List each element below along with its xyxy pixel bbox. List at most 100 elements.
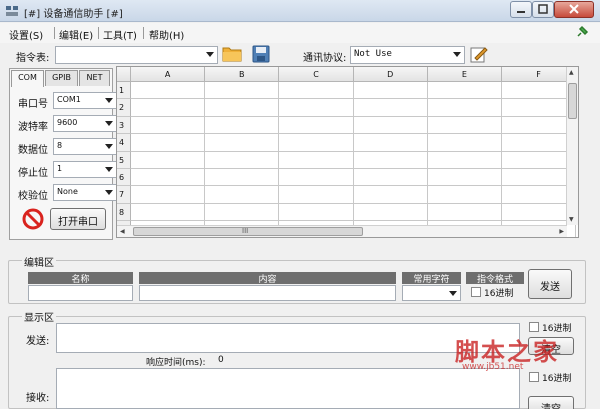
grid-cell[interactable] [205,203,280,222]
clear-receive-button[interactable]: 清空 [528,396,574,409]
send-hex-checkbox[interactable] [529,322,539,332]
stop-bits-select[interactable]: 1 [53,161,117,178]
name-input[interactable] [28,285,133,301]
grid-cell[interactable] [353,151,428,169]
maximize-button[interactable] [532,1,554,18]
common-chars-select[interactable] [402,285,461,301]
menu-settings[interactable]: 设置(S) [9,27,43,42]
baud-rate-select[interactable]: 9600 [53,115,117,132]
grid-cell[interactable] [205,134,280,152]
open-port-button[interactable]: 打开串口 [50,208,106,230]
row-header[interactable]: 2 [117,99,131,117]
chevron-down-icon [105,190,113,195]
minimize-button[interactable] [510,1,532,18]
grid-cell[interactable] [427,186,502,204]
grid-cell[interactable] [353,82,428,100]
grid-cell[interactable] [131,186,206,204]
edit-icon[interactable] [470,45,488,63]
content-input[interactable] [139,285,396,301]
protocol-select[interactable]: Not Use [350,46,465,64]
row-header[interactable]: 4 [117,134,131,152]
row-header[interactable]: 7 [117,186,131,204]
send-textarea[interactable] [56,323,520,353]
parity-select[interactable]: None [53,184,117,201]
grid-cell[interactable] [205,99,280,117]
command-table-select[interactable] [55,46,218,64]
tab-gpib[interactable]: GPIB [45,70,78,86]
grid-cell[interactable] [427,116,502,135]
scroll-right-icon[interactable]: ▶ [559,228,564,235]
grid-cell[interactable] [279,169,354,187]
receive-textarea[interactable] [56,368,520,409]
row-header[interactable]: 8 [117,203,131,222]
receive-hex-checkbox[interactable] [529,372,539,382]
grid-cell[interactable] [427,151,502,169]
menu-help[interactable]: 帮助(H) [149,27,184,42]
grid-cell[interactable] [131,169,206,187]
vertical-scrollbar[interactable]: ▲ ▼ [566,67,578,225]
tab-com[interactable]: COM [11,70,44,87]
grid-cell[interactable] [205,82,280,100]
scroll-up-icon[interactable]: ▲ [569,69,574,76]
vertical-scroll-thumb[interactable] [568,83,577,119]
pin-icon[interactable] [575,25,589,39]
grid-cell[interactable] [131,203,206,222]
horizontal-scroll-thumb[interactable]: III [133,227,363,236]
content-column-header: 内容 [139,272,396,285]
column-header[interactable]: D [353,67,428,82]
grid-cell[interactable] [353,169,428,187]
scroll-left-icon[interactable]: ◀ [120,228,125,235]
grid-cell[interactable] [279,116,354,135]
grid-cell[interactable] [131,134,206,152]
grid-cell[interactable] [427,169,502,187]
grid-cell[interactable] [279,203,354,222]
grid-cell[interactable] [353,116,428,135]
grid-cell[interactable] [353,134,428,152]
close-button[interactable] [554,1,594,18]
grid-cell[interactable] [205,151,280,169]
column-header[interactable]: A [131,67,206,82]
port-select[interactable]: COM1 [53,92,117,109]
menu-edit[interactable]: 编辑(E) [59,27,93,42]
grid-cell[interactable] [279,82,354,100]
data-bits-select[interactable]: 8 [53,138,117,155]
grid-cell[interactable] [279,99,354,117]
grid-cell[interactable] [279,134,354,152]
hex-format-checkbox[interactable] [471,287,481,297]
grid-cell[interactable] [353,99,428,117]
grid-cell[interactable] [131,151,206,169]
horizontal-scrollbar[interactable]: ◀ III ▶ [117,225,567,237]
row-header[interactable]: 1 [117,82,131,100]
folder-icon[interactable] [222,45,242,62]
tab-net[interactable]: NET [79,70,110,86]
save-icon[interactable] [252,45,270,63]
send-button[interactable]: 发送 [528,269,572,299]
grid-cell[interactable] [279,186,354,204]
grid-cell[interactable] [279,151,354,169]
row-header[interactable]: 5 [117,151,131,169]
grid-cell[interactable] [205,169,280,187]
grid-cell[interactable] [131,116,206,135]
grid-cell[interactable] [205,186,280,204]
grid-cell[interactable] [131,82,206,100]
grid-cell[interactable] [427,99,502,117]
grid-cell[interactable] [427,203,502,222]
menu-tools[interactable]: 工具(T) [103,27,137,42]
command-grid[interactable]: ABCDEF123456789 ▲ ▼ ◀ III ▶ [116,66,579,238]
column-header[interactable]: B [205,67,280,82]
grid-cell[interactable] [427,82,502,100]
grid-cell[interactable] [205,116,280,135]
grid-cell[interactable] [353,203,428,222]
chevron-down-icon [449,291,457,296]
menu-separator [98,27,99,39]
grid-cell[interactable] [353,186,428,204]
protocol-value: Not Use [354,49,392,59]
grid-cell[interactable] [427,134,502,152]
grid-cell[interactable] [131,99,206,117]
chevron-down-icon [453,52,461,57]
row-header[interactable]: 6 [117,169,131,187]
scroll-down-icon[interactable]: ▼ [569,216,574,223]
row-header[interactable]: 3 [117,116,131,135]
column-header[interactable]: E [427,67,502,82]
column-header[interactable]: C [279,67,354,82]
